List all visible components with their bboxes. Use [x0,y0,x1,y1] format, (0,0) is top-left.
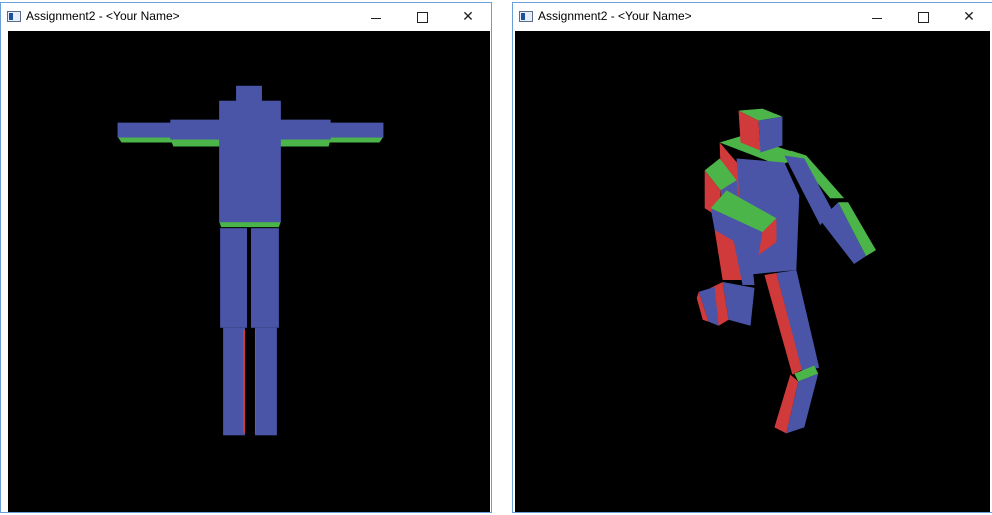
close-icon: ✕ [963,9,975,25]
render-viewport[interactable] [515,31,990,512]
left-shin [223,327,246,436]
maximize-button[interactable] [399,3,445,31]
right-shin-edge [254,329,256,434]
minimize-button[interactable] [854,3,900,31]
minimize-button[interactable] [353,3,399,31]
tpose-figure [117,85,384,436]
close-button[interactable]: ✕ [946,3,992,31]
left-forearm [117,122,172,138]
head [236,85,262,102]
right-shin [254,327,277,436]
maximize-icon [416,11,428,23]
app-icon [519,11,533,22]
left-thigh [220,228,248,328]
title-bar[interactable]: Assignment2 - <Your Name> ✕ [1,3,491,31]
window-right: Assignment2 - <Your Name> ✕ [512,2,992,513]
app-icon [7,11,21,22]
figure-walking [696,108,876,434]
minimize-icon [872,17,882,19]
minimize-icon [371,17,381,19]
left-upper-arm [170,119,221,140]
figure-tpose [117,85,384,436]
title-bar[interactable]: Assignment2 - <Your Name> ✕ [513,3,992,31]
close-button[interactable]: ✕ [445,3,491,31]
walking-figure [696,108,876,434]
close-icon: ✕ [462,9,474,25]
left-upper-arm-underside [170,138,223,147]
maximize-button[interactable] [900,3,946,31]
right-upper-arm [278,119,331,140]
head-front [758,116,783,153]
window-title: Assignment2 - <Your Name> [538,9,692,23]
render-viewport[interactable] [8,31,490,512]
left-shin-edge [243,329,246,434]
maximize-icon [917,11,929,23]
right-thigh [250,228,279,328]
window-title: Assignment2 - <Your Name> [26,9,180,23]
right-upper-arm-underside [278,138,331,147]
torso [219,100,281,223]
window-left: Assignment2 - <Your Name> ✕ [0,2,492,513]
right-forearm [329,122,384,138]
